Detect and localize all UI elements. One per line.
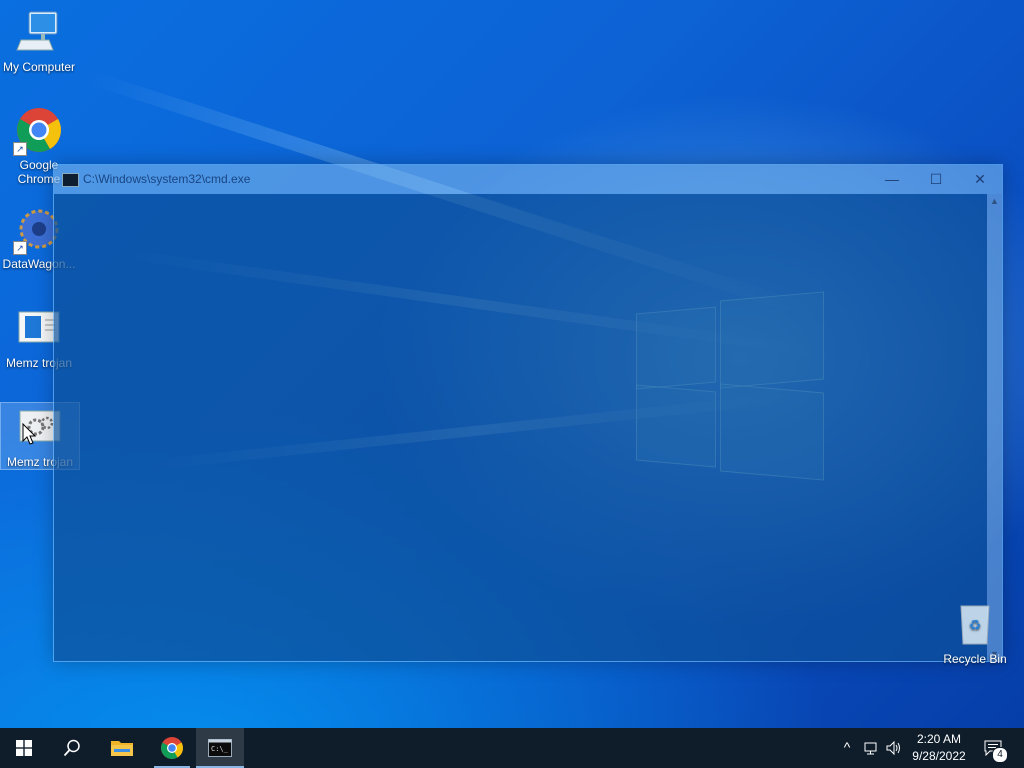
command-prompt-icon: C:\_ xyxy=(208,739,232,757)
taskbar-clock[interactable]: 2:20 AM 9/28/2022 xyxy=(905,731,973,765)
computer-icon xyxy=(15,8,63,56)
start-button[interactable] xyxy=(0,728,48,768)
cmd-window-title: C:\Windows\system32\cmd.exe xyxy=(83,172,251,186)
network-icon[interactable] xyxy=(863,740,879,756)
minimize-button[interactable]: — xyxy=(870,165,914,194)
maximize-button[interactable]: ☐ xyxy=(914,165,958,194)
folder-icon xyxy=(111,741,133,756)
desktop-icon-label: My Computer xyxy=(2,60,76,74)
action-center-button[interactable]: 4 xyxy=(976,728,1024,768)
cmd-console-area[interactable] xyxy=(54,194,987,661)
clock-time: 2:20 AM xyxy=(916,732,962,746)
recycle-bin-icon: ♻ xyxy=(951,600,999,648)
cmd-window[interactable]: C:\Windows\system32\cmd.exe — ☐ ✕ ▲ ▼ xyxy=(53,164,1003,662)
notification-count-badge: 4 xyxy=(992,747,1008,763)
svg-text:♻: ♻ xyxy=(969,618,982,634)
close-button[interactable]: ✕ xyxy=(958,165,1002,194)
search-icon xyxy=(63,739,80,757)
cmd-icon xyxy=(62,173,79,187)
taskbar-command-prompt[interactable]: C:\_ xyxy=(196,728,244,768)
taskbar-google-chrome[interactable] xyxy=(148,728,196,768)
shortcut-arrow-icon: ↗ xyxy=(13,241,27,255)
taskbar-file-explorer[interactable] xyxy=(98,728,146,768)
vertical-scrollbar[interactable]: ▲ ▼ xyxy=(987,194,1002,661)
volume-icon[interactable] xyxy=(886,740,902,756)
clock-date: 9/28/2022 xyxy=(912,749,966,763)
show-hidden-icons-chevron-icon[interactable]: ^ xyxy=(839,739,855,755)
taskbar: C:\_ ^ 2:20 AM 9/28/2022 4 xyxy=(0,728,1024,768)
windows-start-icon xyxy=(16,740,32,756)
svg-text:C:\_: C:\_ xyxy=(211,745,229,753)
desktop-icon-label: Recycle Bin xyxy=(943,652,1007,666)
desktop[interactable]: My Computer ↗ Google Chrome ↗ DataWagon.… xyxy=(0,0,1024,728)
desktop-icon-recycle-bin[interactable]: ♻ Recycle Bin xyxy=(936,600,1014,666)
desktop-icon-my-computer[interactable]: My Computer xyxy=(0,8,78,74)
shortcut-arrow-icon: ↗ xyxy=(13,142,27,156)
search-button[interactable] xyxy=(48,728,96,768)
chrome-icon: ↗ xyxy=(13,106,63,156)
mouse-cursor-icon xyxy=(22,422,37,450)
chrome-icon xyxy=(161,737,183,759)
scroll-up-arrow-icon[interactable]: ▲ xyxy=(987,196,1002,206)
cmd-titlebar[interactable]: C:\Windows\system32\cmd.exe — ☐ ✕ xyxy=(54,165,1002,194)
